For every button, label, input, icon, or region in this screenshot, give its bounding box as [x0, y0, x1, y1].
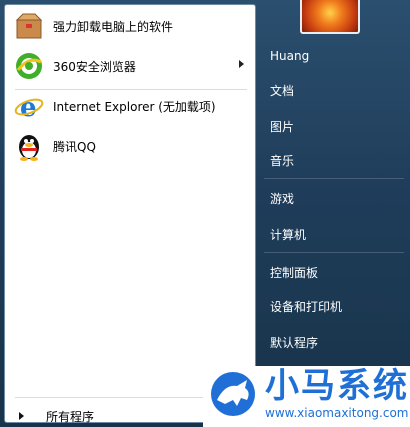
- right-item-default-programs[interactable]: 默认程序: [264, 330, 404, 354]
- program-tencent-qq[interactable]: 腾讯QQ: [9, 127, 252, 165]
- program-internet-explorer[interactable]: e Internet Explorer (无加载项): [9, 87, 252, 125]
- right-item-games[interactable]: 游戏: [264, 186, 404, 210]
- right-item-pictures[interactable]: 图片: [264, 114, 404, 138]
- right-item-devices-printers[interactable]: 设备和打印机: [264, 294, 404, 318]
- all-programs-label: 所有程序: [46, 409, 95, 424]
- submenu-arrow-icon[interactable]: [239, 60, 244, 68]
- separator: [264, 178, 404, 179]
- 360-browser-icon: [13, 50, 45, 82]
- right-item-computer[interactable]: 计算机: [264, 222, 404, 246]
- program-label: 360安全浏览器: [53, 59, 136, 74]
- right-item-music[interactable]: 音乐: [264, 148, 404, 172]
- program-label: Internet Explorer (无加载项): [53, 99, 216, 114]
- qq-penguin-icon: [13, 130, 45, 162]
- watermark-url: www.xiaomaxitong.com: [265, 406, 409, 420]
- program-360-browser[interactable]: 360安全浏览器: [9, 47, 252, 85]
- watermark-logo: 小马系统 www.xiaomaxitong.com: [203, 366, 410, 427]
- watermark-brand: 小马系统: [265, 366, 409, 406]
- internet-explorer-icon: e: [13, 90, 45, 123]
- expand-arrow-icon: [19, 412, 24, 420]
- right-item-control-panel[interactable]: 控制面板: [264, 260, 404, 284]
- start-menu-programs-pane: 强力卸载电脑上的软件 360安全浏览器 e Internet Explorer …: [4, 4, 256, 424]
- right-item-user-folder[interactable]: Huang: [264, 44, 404, 68]
- program-label: 强力卸载电脑上的软件: [53, 19, 174, 34]
- right-item-documents[interactable]: 文档: [264, 78, 404, 102]
- program-uninstaller[interactable]: 强力卸载电脑上的软件: [9, 7, 252, 45]
- start-menu: 强力卸载电脑上的软件 360安全浏览器 e Internet Explorer …: [0, 0, 410, 427]
- horse-logo-icon: [207, 370, 263, 418]
- program-label: 腾讯QQ: [53, 139, 96, 154]
- uninstaller-box-icon: [13, 10, 45, 42]
- separator: [264, 252, 404, 253]
- svg-text:e: e: [20, 93, 37, 122]
- user-avatar[interactable]: [300, 0, 360, 34]
